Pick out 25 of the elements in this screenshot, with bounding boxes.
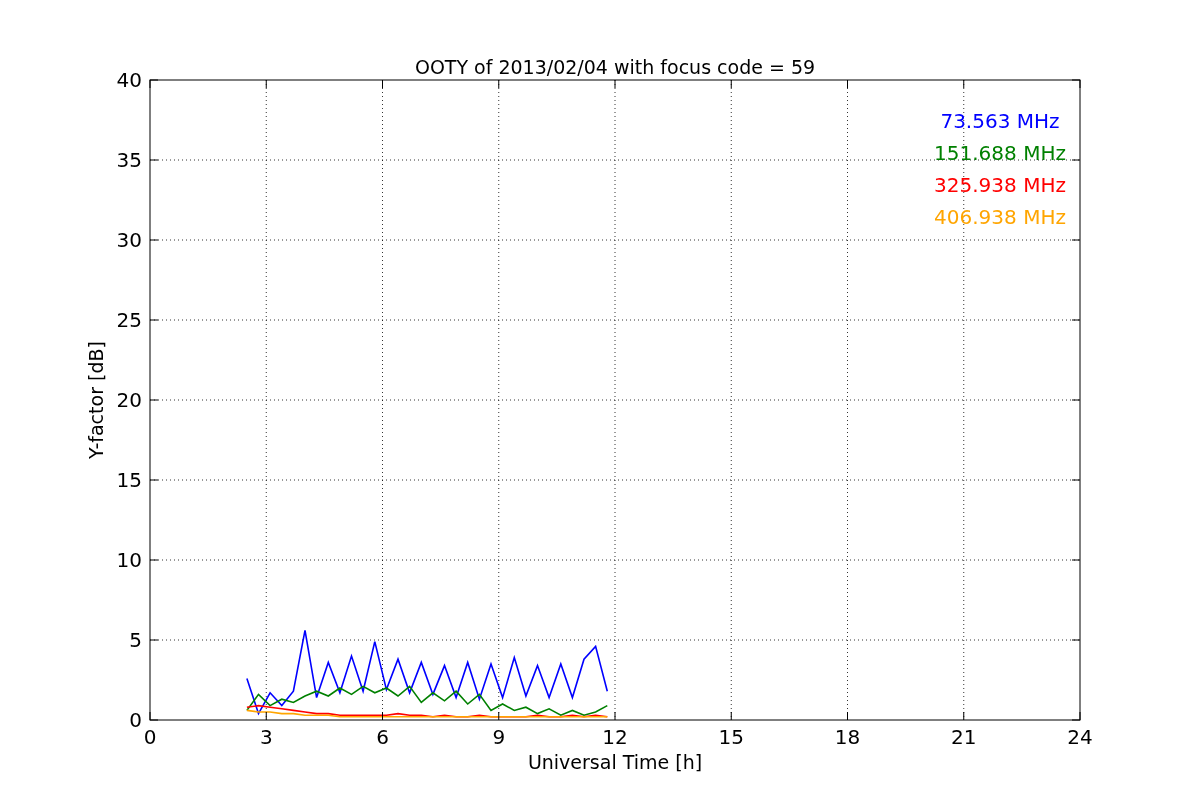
tick-label: 0 <box>143 725 157 749</box>
tick-label: 10 <box>116 548 142 572</box>
axis-title: Universal Time [h] <box>527 751 703 773</box>
tick-label: 35 <box>116 148 142 172</box>
tick-label: 12 <box>602 725 628 749</box>
legend-label: 406.938 MHz <box>934 205 1066 229</box>
tick-label: 0 <box>129 708 142 732</box>
axis-title: Y-factor [dB] <box>85 341 107 459</box>
tick-label: 5 <box>129 628 142 652</box>
tick-label: 21 <box>951 725 977 749</box>
tick-label: 25 <box>116 308 142 332</box>
tick-label: 15 <box>116 468 142 492</box>
tick-label: 24 <box>1067 725 1093 749</box>
tick-label: 6 <box>376 725 389 749</box>
tick-label: 20 <box>116 388 142 412</box>
tick-label: 9 <box>492 725 506 749</box>
tick-label: 3 <box>259 725 273 749</box>
tick-label: 15 <box>718 725 744 749</box>
tick-label: 18 <box>834 725 861 749</box>
legend-label: 325.938 MHz <box>934 173 1066 197</box>
legend-label: 73.563 MHz <box>940 109 1060 133</box>
legend-label: 151.688 MHz <box>934 141 1066 165</box>
tick-label: 40 <box>116 68 142 92</box>
tick-label: 30 <box>116 228 142 252</box>
chart-title: OOTY of 2013/02/04 with focus code = 59 <box>414 56 816 78</box>
